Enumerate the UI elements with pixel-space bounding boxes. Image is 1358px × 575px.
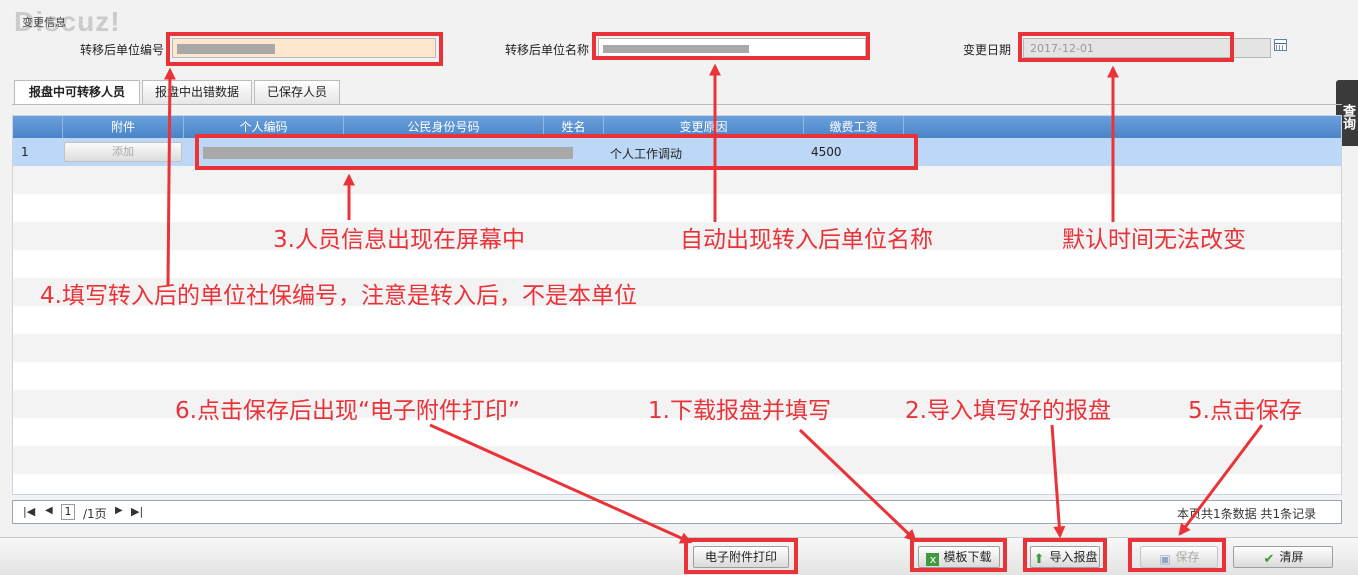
annotation-step3: 3.人员信息出现在屏幕中 [273, 227, 525, 253]
arrow-step4 [163, 67, 176, 286]
annotation-auto-name: 自动出现转入后单位名称 [680, 227, 933, 253]
arrow-step6 [429, 423, 693, 544]
arrow-step1 [798, 428, 917, 542]
annotation-step5: 5.点击保存 [1188, 398, 1302, 424]
annotation-step1: 1.下载报盘并填写 [648, 398, 831, 424]
annotation-step6: 6.点击保存后出现“电子附件打印” [175, 398, 520, 424]
annotation-step4: 4.填写转入后的单位社保编号，注意是转入后，不是本单位 [40, 283, 637, 309]
arrow-step2 [1050, 424, 1066, 539]
annotation-step2: 2.导入填写好的报盘 [905, 398, 1111, 424]
arrow-step5 [1178, 424, 1264, 536]
annotation-default-date: 默认时间无法改变 [1062, 227, 1246, 253]
